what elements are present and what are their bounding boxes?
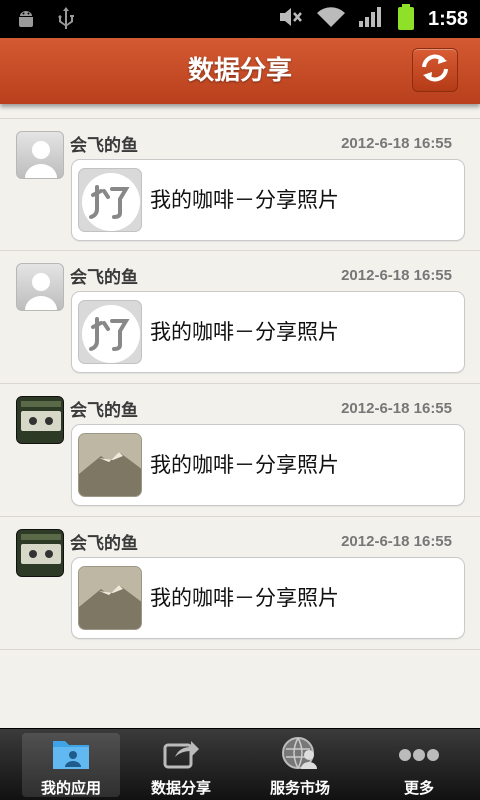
status-bar: 1:58 — [0, 0, 480, 38]
avatar[interactable] — [16, 396, 64, 444]
page-title: 数据分享 — [187, 56, 292, 86]
app-logo-thumbnail — [78, 168, 142, 232]
mountain-photo-thumbnail — [78, 433, 142, 497]
username[interactable]: 会飞的鱼 — [70, 396, 138, 421]
mute-icon — [278, 5, 304, 33]
share-card[interactable]: 我的咖啡－分享照片 — [71, 424, 465, 506]
tab-label: 更多 — [403, 779, 434, 797]
share-icon — [161, 735, 201, 771]
signal-icon — [358, 5, 384, 33]
share-text: 我的咖啡－分享照片 — [150, 586, 339, 610]
tab-label: 我的应用 — [40, 779, 101, 797]
share-text: 我的咖啡－分享照片 — [150, 453, 339, 477]
timestamp: 2012-6-18 16:55 — [341, 533, 452, 550]
folder-icon — [51, 735, 91, 771]
timestamp: 2012-6-18 16:55 — [341, 400, 452, 417]
mountain-photo-thumbnail — [78, 566, 142, 630]
battery-icon — [396, 3, 416, 35]
tab-label: 数据分享 — [150, 779, 211, 797]
avatar[interactable] — [16, 131, 64, 179]
tab-data-share[interactable]: 数据分享 — [132, 733, 230, 797]
refresh-button[interactable] — [412, 48, 458, 92]
more-icon — [399, 735, 439, 771]
avatar[interactable] — [16, 529, 64, 577]
share-card[interactable]: 我的咖啡－分享照片 — [71, 557, 465, 639]
share-feed-list: 会飞的鱼 2012-6-18 16:55 我的咖啡－分享照片 会飞的鱼 2012… — [0, 118, 480, 650]
timestamp: 2012-6-18 16:55 — [341, 267, 452, 284]
clock: 1:58 — [427, 7, 468, 30]
share-card[interactable]: 我的咖啡－分享照片 — [71, 291, 465, 373]
avatar[interactable] — [16, 263, 64, 311]
wifi-icon — [316, 5, 346, 33]
username[interactable]: 会飞的鱼 — [70, 263, 138, 288]
username[interactable]: 会飞的鱼 — [70, 529, 138, 554]
share-text: 我的咖啡－分享照片 — [150, 320, 339, 344]
timestamp: 2012-6-18 16:55 — [341, 135, 452, 152]
app-header: 数据分享 — [0, 38, 480, 104]
tab-more[interactable]: 更多 — [370, 733, 468, 797]
share-card[interactable]: 我的咖啡－分享照片 — [71, 159, 465, 241]
tab-label: 服务市场 — [269, 779, 330, 797]
list-item[interactable]: 会飞的鱼 2012-6-18 16:55 我的咖啡－分享照片 — [0, 384, 480, 517]
list-item[interactable]: 会飞的鱼 2012-6-18 16:55 我的咖啡－分享照片 — [0, 517, 480, 650]
list-item[interactable]: 会飞的鱼 2012-6-18 16:55 我的咖啡－分享照片 — [0, 251, 480, 384]
usb-icon — [56, 6, 76, 36]
globe-user-icon — [280, 735, 320, 771]
username[interactable]: 会飞的鱼 — [70, 131, 138, 156]
tab-service-market[interactable]: 服务市场 — [251, 733, 349, 797]
refresh-icon — [418, 51, 452, 89]
android-debug-icon — [14, 7, 38, 35]
share-text: 我的咖啡－分享照片 — [150, 188, 339, 212]
tab-my-apps[interactable]: 我的应用 — [22, 733, 120, 797]
list-item[interactable]: 会飞的鱼 2012-6-18 16:55 我的咖啡－分享照片 — [0, 118, 480, 251]
bottom-tab-bar: 我的应用 数据分享 服务市场 更多 — [0, 728, 480, 800]
app-logo-thumbnail — [78, 300, 142, 364]
